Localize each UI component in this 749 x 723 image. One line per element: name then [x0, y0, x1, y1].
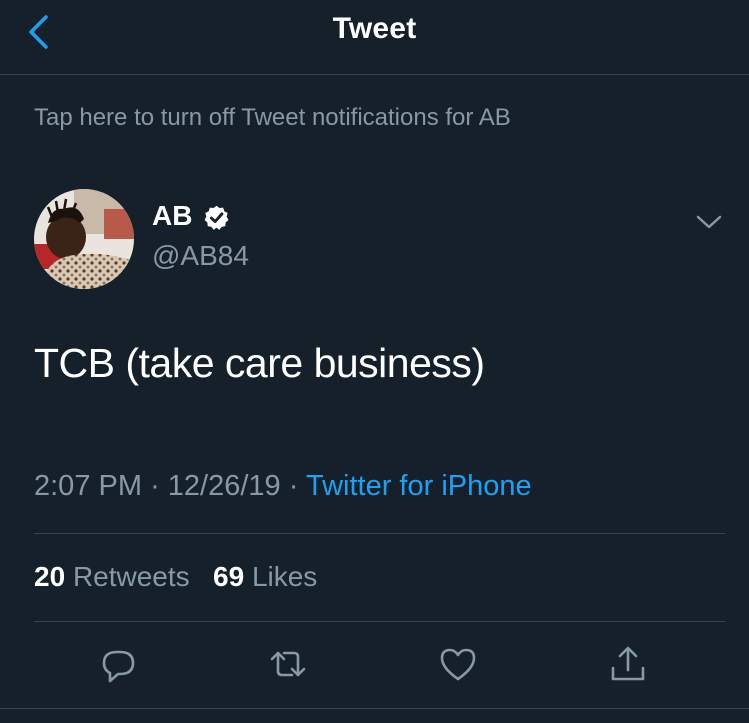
tweet-time: 2:07 PM	[34, 470, 142, 502]
header-bar: Tweet	[0, 0, 749, 75]
tweet-stats: 20 Retweets 69 Likes	[34, 561, 317, 593]
tweet-options-button[interactable]	[694, 210, 724, 234]
meta-separator: ·	[288, 470, 299, 502]
share-button[interactable]	[608, 644, 648, 684]
reply-button[interactable]	[98, 644, 138, 684]
tweet-text: TCB (take care business)	[34, 340, 485, 386]
retweets-count: 20	[34, 561, 66, 592]
meta-separator: ·	[150, 470, 160, 502]
tweet-metadata: 2:07 PM · 12/26/19 · Twitter for iPhone	[34, 470, 532, 503]
chevron-down-icon	[696, 215, 722, 229]
retweet-icon	[270, 651, 306, 677]
author-handle[interactable]: @AB84	[152, 240, 249, 272]
divider	[34, 621, 725, 622]
divider	[0, 708, 749, 709]
retweets-label: Retweets	[72, 561, 190, 592]
heart-icon	[440, 648, 476, 681]
retweet-button[interactable]	[268, 644, 308, 684]
tweet-date: 12/26/19	[167, 470, 281, 502]
notification-toggle-banner[interactable]: Tap here to turn off Tweet notifications…	[34, 104, 511, 132]
divider	[34, 533, 725, 534]
share-icon	[611, 646, 645, 681]
page-title: Tweet	[332, 12, 417, 45]
verified-badge-icon	[204, 205, 229, 230]
likes-label: Likes	[251, 561, 318, 592]
author-name[interactable]: AB	[152, 200, 192, 232]
like-button[interactable]	[438, 644, 478, 684]
tweet-source-link[interactable]: Twitter for iPhone	[306, 470, 532, 502]
retweets-stat[interactable]: 20 Retweets	[34, 561, 197, 592]
likes-stat[interactable]: 69 Likes	[213, 561, 317, 592]
likes-count: 69	[213, 561, 245, 592]
avatar-image	[34, 189, 134, 289]
avatar[interactable]	[34, 189, 134, 289]
reply-icon	[102, 650, 135, 683]
